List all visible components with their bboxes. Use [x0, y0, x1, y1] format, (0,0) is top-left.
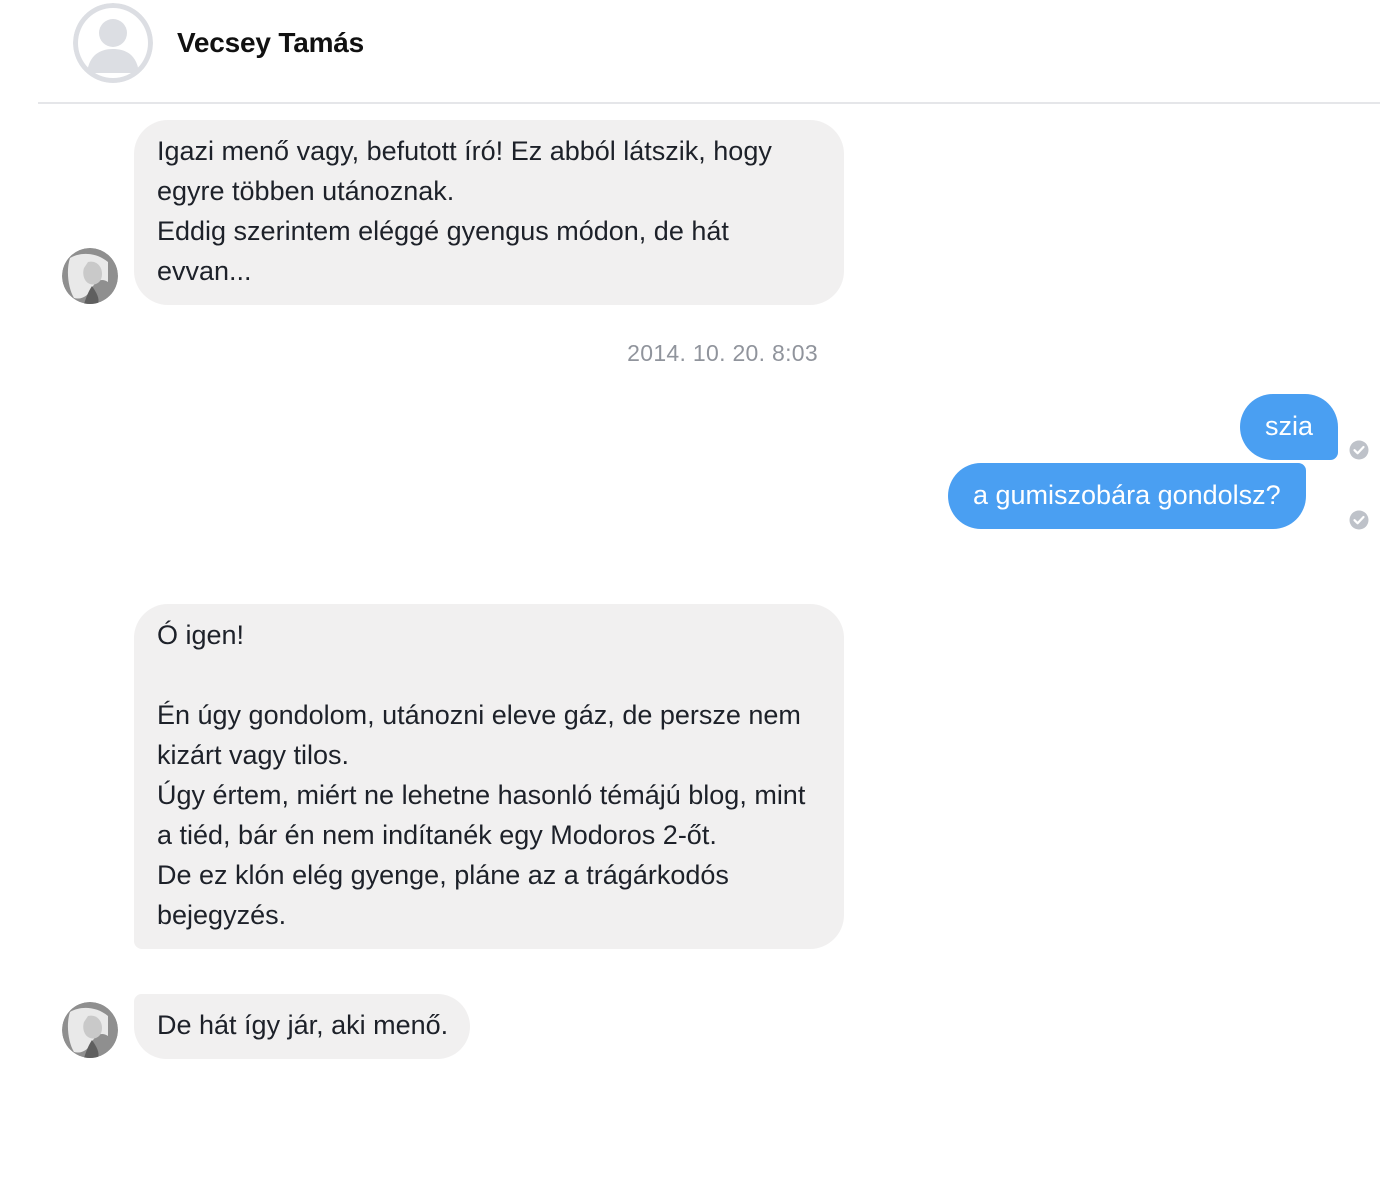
message-outgoing[interactable]: szia: [1240, 394, 1339, 460]
message-outgoing[interactable]: a gumiszobára gondolsz?: [948, 463, 1306, 529]
contact-name[interactable]: Vecsey Tamás: [177, 27, 364, 59]
sender-photo-icon: [62, 1002, 118, 1058]
sender-avatar[interactable]: [62, 1002, 118, 1058]
message-incoming[interactable]: Ó igen! Én úgy gondolom, utánozni eleve …: [134, 604, 844, 949]
sender-photo-icon: [62, 248, 118, 304]
header-divider: [38, 102, 1380, 104]
sent-check-icon: [1349, 440, 1369, 460]
sent-check-icon: [1349, 510, 1369, 530]
message-timestamp: 2014. 10. 20. 8:03: [627, 340, 818, 366]
sender-avatar[interactable]: [62, 248, 118, 304]
message-incoming[interactable]: De hát így jár, aki menő.: [134, 994, 471, 1059]
message-incoming[interactable]: Igazi menő vagy, befutott író! Ez abból …: [134, 120, 844, 305]
contact-avatar[interactable]: [73, 3, 153, 83]
default-profile-silhouette-icon: [73, 3, 153, 83]
